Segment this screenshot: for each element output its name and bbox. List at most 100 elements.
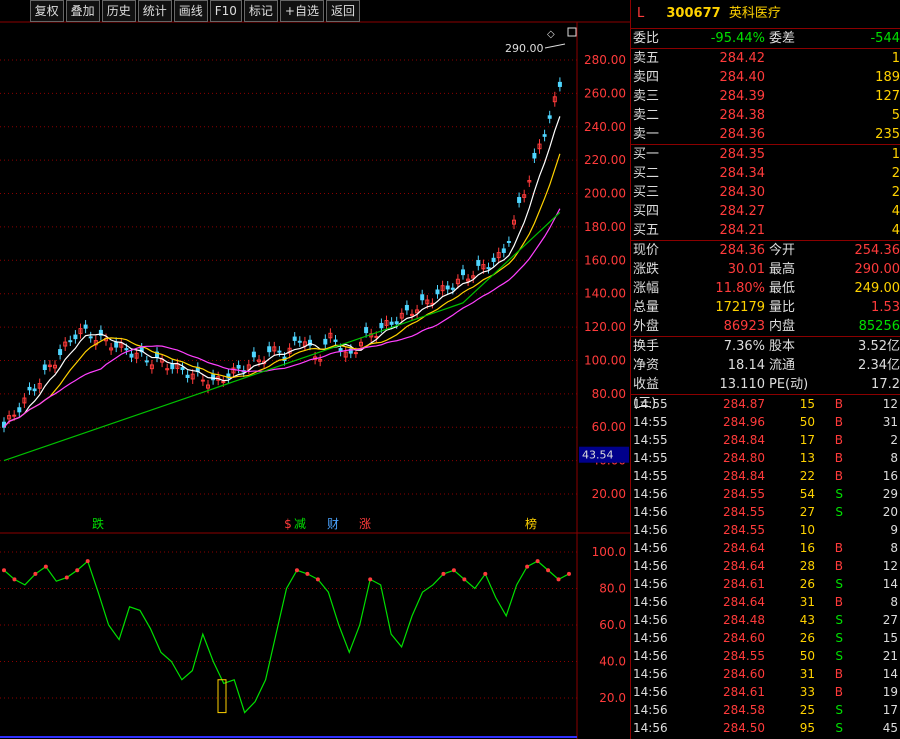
ask-level: 卖二 284.38 5 [631, 106, 900, 125]
stat-label: 总量 [633, 300, 660, 315]
signal-bar [217, 679, 227, 714]
candle-body [506, 240, 511, 243]
tick-list[interactable]: 14:55 284.87 15 B 12 14:55 284.96 50 B 31 14:55 284… [631, 394, 900, 737]
toolbar-button[interactable]: 返回 [325, 0, 360, 22]
bid-level: 买五 284.21 4 [631, 221, 900, 240]
event-marker[interactable]: $ [284, 517, 292, 531]
candle-body [42, 364, 47, 371]
event-marker[interactable]: 减 [294, 517, 306, 531]
tick-row: 14:55 284.96 50 B 31 [631, 413, 900, 431]
stat-label: 量比 [769, 300, 796, 315]
tick-count: 27 [882, 613, 898, 627]
stat-value: 1.53 [871, 300, 900, 315]
candle-body [68, 340, 73, 343]
overbought-dot [85, 559, 90, 564]
tick-price: 284.96 [723, 415, 765, 429]
kline-chart-area[interactable]: 280.00 260.00 240.00 220.00 200.00 180.00 160.… [0, 0, 630, 739]
tick-row: 14:56 284.61 26 S 14 [631, 575, 900, 593]
tick-row: 14:56 284.55 50 S 21 [631, 647, 900, 665]
tick-volume: 26 [799, 631, 815, 645]
tick-side: B [834, 469, 843, 483]
ask-label: 卖五 [633, 51, 660, 66]
weibi-row: 委比 -95.44% 委差 -544 [631, 29, 900, 48]
candle-body [12, 414, 17, 417]
overbought-dot [12, 577, 17, 582]
bid-price: 284.21 [719, 223, 766, 238]
fund-row: 换手 7.36% 股本 3.52亿 [631, 337, 900, 356]
toolbar-button[interactable]: F10 [209, 0, 242, 22]
candle-body [404, 304, 409, 311]
tick-row: 14:56 284.64 28 B 12 [631, 557, 900, 575]
bid-level: 买四 284.27 4 [631, 202, 900, 221]
stat-row: 现价 284.36 今开 254.36 [631, 241, 900, 260]
toolbar-button[interactable]: 叠加 [65, 0, 100, 22]
tick-row: 14:56 284.55 10 9 [631, 521, 900, 539]
tick-row: 14:56 284.50 95 S 45 [631, 719, 900, 737]
tick-price: 284.87 [723, 397, 765, 411]
tick-side: B [834, 451, 843, 465]
stat-label: 涨幅 [633, 281, 660, 296]
tick-time: 14:56 [633, 541, 668, 555]
candle-body [389, 321, 394, 325]
toolbar-button[interactable]: 画线 [173, 0, 208, 22]
event-marker[interactable]: 涨 [359, 516, 371, 531]
bid-label: 买三 [633, 185, 660, 200]
tick-price: 284.61 [723, 577, 765, 591]
event-marker[interactable]: 榜 [525, 516, 537, 531]
stat-label: 最高 [769, 262, 796, 277]
event-marker[interactable]: 跌 [92, 516, 104, 531]
overbought-dot [368, 577, 373, 582]
info-box-icon[interactable] [567, 27, 577, 37]
tick-volume: 43 [799, 613, 815, 627]
ask-volume: 189 [875, 70, 900, 85]
tick-time: 14:56 [633, 595, 668, 609]
price-tick: 80.00 [592, 387, 626, 401]
tick-price: 284.58 [723, 703, 765, 717]
bid-level: 买二 284.34 2 [631, 164, 900, 183]
price-tick: 180.00 [584, 220, 626, 234]
ask-label: 卖二 [633, 108, 660, 123]
toolbar-button[interactable]: 统计 [137, 0, 172, 22]
toolbar-button[interactable]: +自选 [279, 0, 324, 22]
toolbar-button[interactable]: 历史 [101, 0, 136, 22]
tick-count: 19 [882, 685, 898, 699]
tick-time: 14:55 [633, 469, 668, 483]
candle-body [297, 340, 302, 343]
weibi-label: 委比 [633, 31, 660, 46]
candle-body [476, 260, 481, 266]
toolbar-button[interactable]: 标记 [243, 0, 278, 22]
tick-time: 14:55 [633, 433, 668, 447]
price-tick: 220.00 [584, 153, 626, 167]
high-price-label: 290.00 [505, 42, 544, 55]
candle-body [17, 407, 22, 413]
tick-side: S [835, 703, 843, 717]
ma20-line [3, 208, 561, 428]
candle-body [445, 285, 450, 290]
overbought-dot [483, 571, 488, 576]
stat-value: 254.36 [854, 243, 900, 258]
bid-price: 284.35 [719, 147, 766, 162]
ask-volume: 235 [875, 127, 900, 142]
ask-level: 卖四 284.40 189 [631, 68, 900, 87]
ask-label: 卖三 [633, 89, 660, 104]
candle-body [277, 350, 282, 353]
event-marker[interactable]: 财 [327, 517, 339, 531]
tick-row: 14:56 284.61 33 B 19 [631, 683, 900, 701]
tick-volume: 50 [799, 415, 815, 429]
candle-body [379, 322, 384, 329]
tick-price: 284.48 [723, 613, 765, 627]
ask-volume: 5 [891, 108, 900, 123]
kline-chart[interactable]: 280.00 260.00 240.00 220.00 200.00 180.00 160.… [0, 0, 630, 739]
candle-body [267, 346, 272, 353]
candle-body [333, 339, 338, 342]
candle-body [83, 324, 88, 329]
candle-body [394, 321, 399, 325]
candle-body [200, 379, 205, 382]
candle-body [211, 374, 216, 381]
tick-time: 14:56 [633, 721, 668, 735]
overbought-dot [315, 577, 320, 582]
toolbar-button[interactable]: 复权 [29, 0, 64, 22]
stat-value: 284.36 [719, 243, 766, 258]
